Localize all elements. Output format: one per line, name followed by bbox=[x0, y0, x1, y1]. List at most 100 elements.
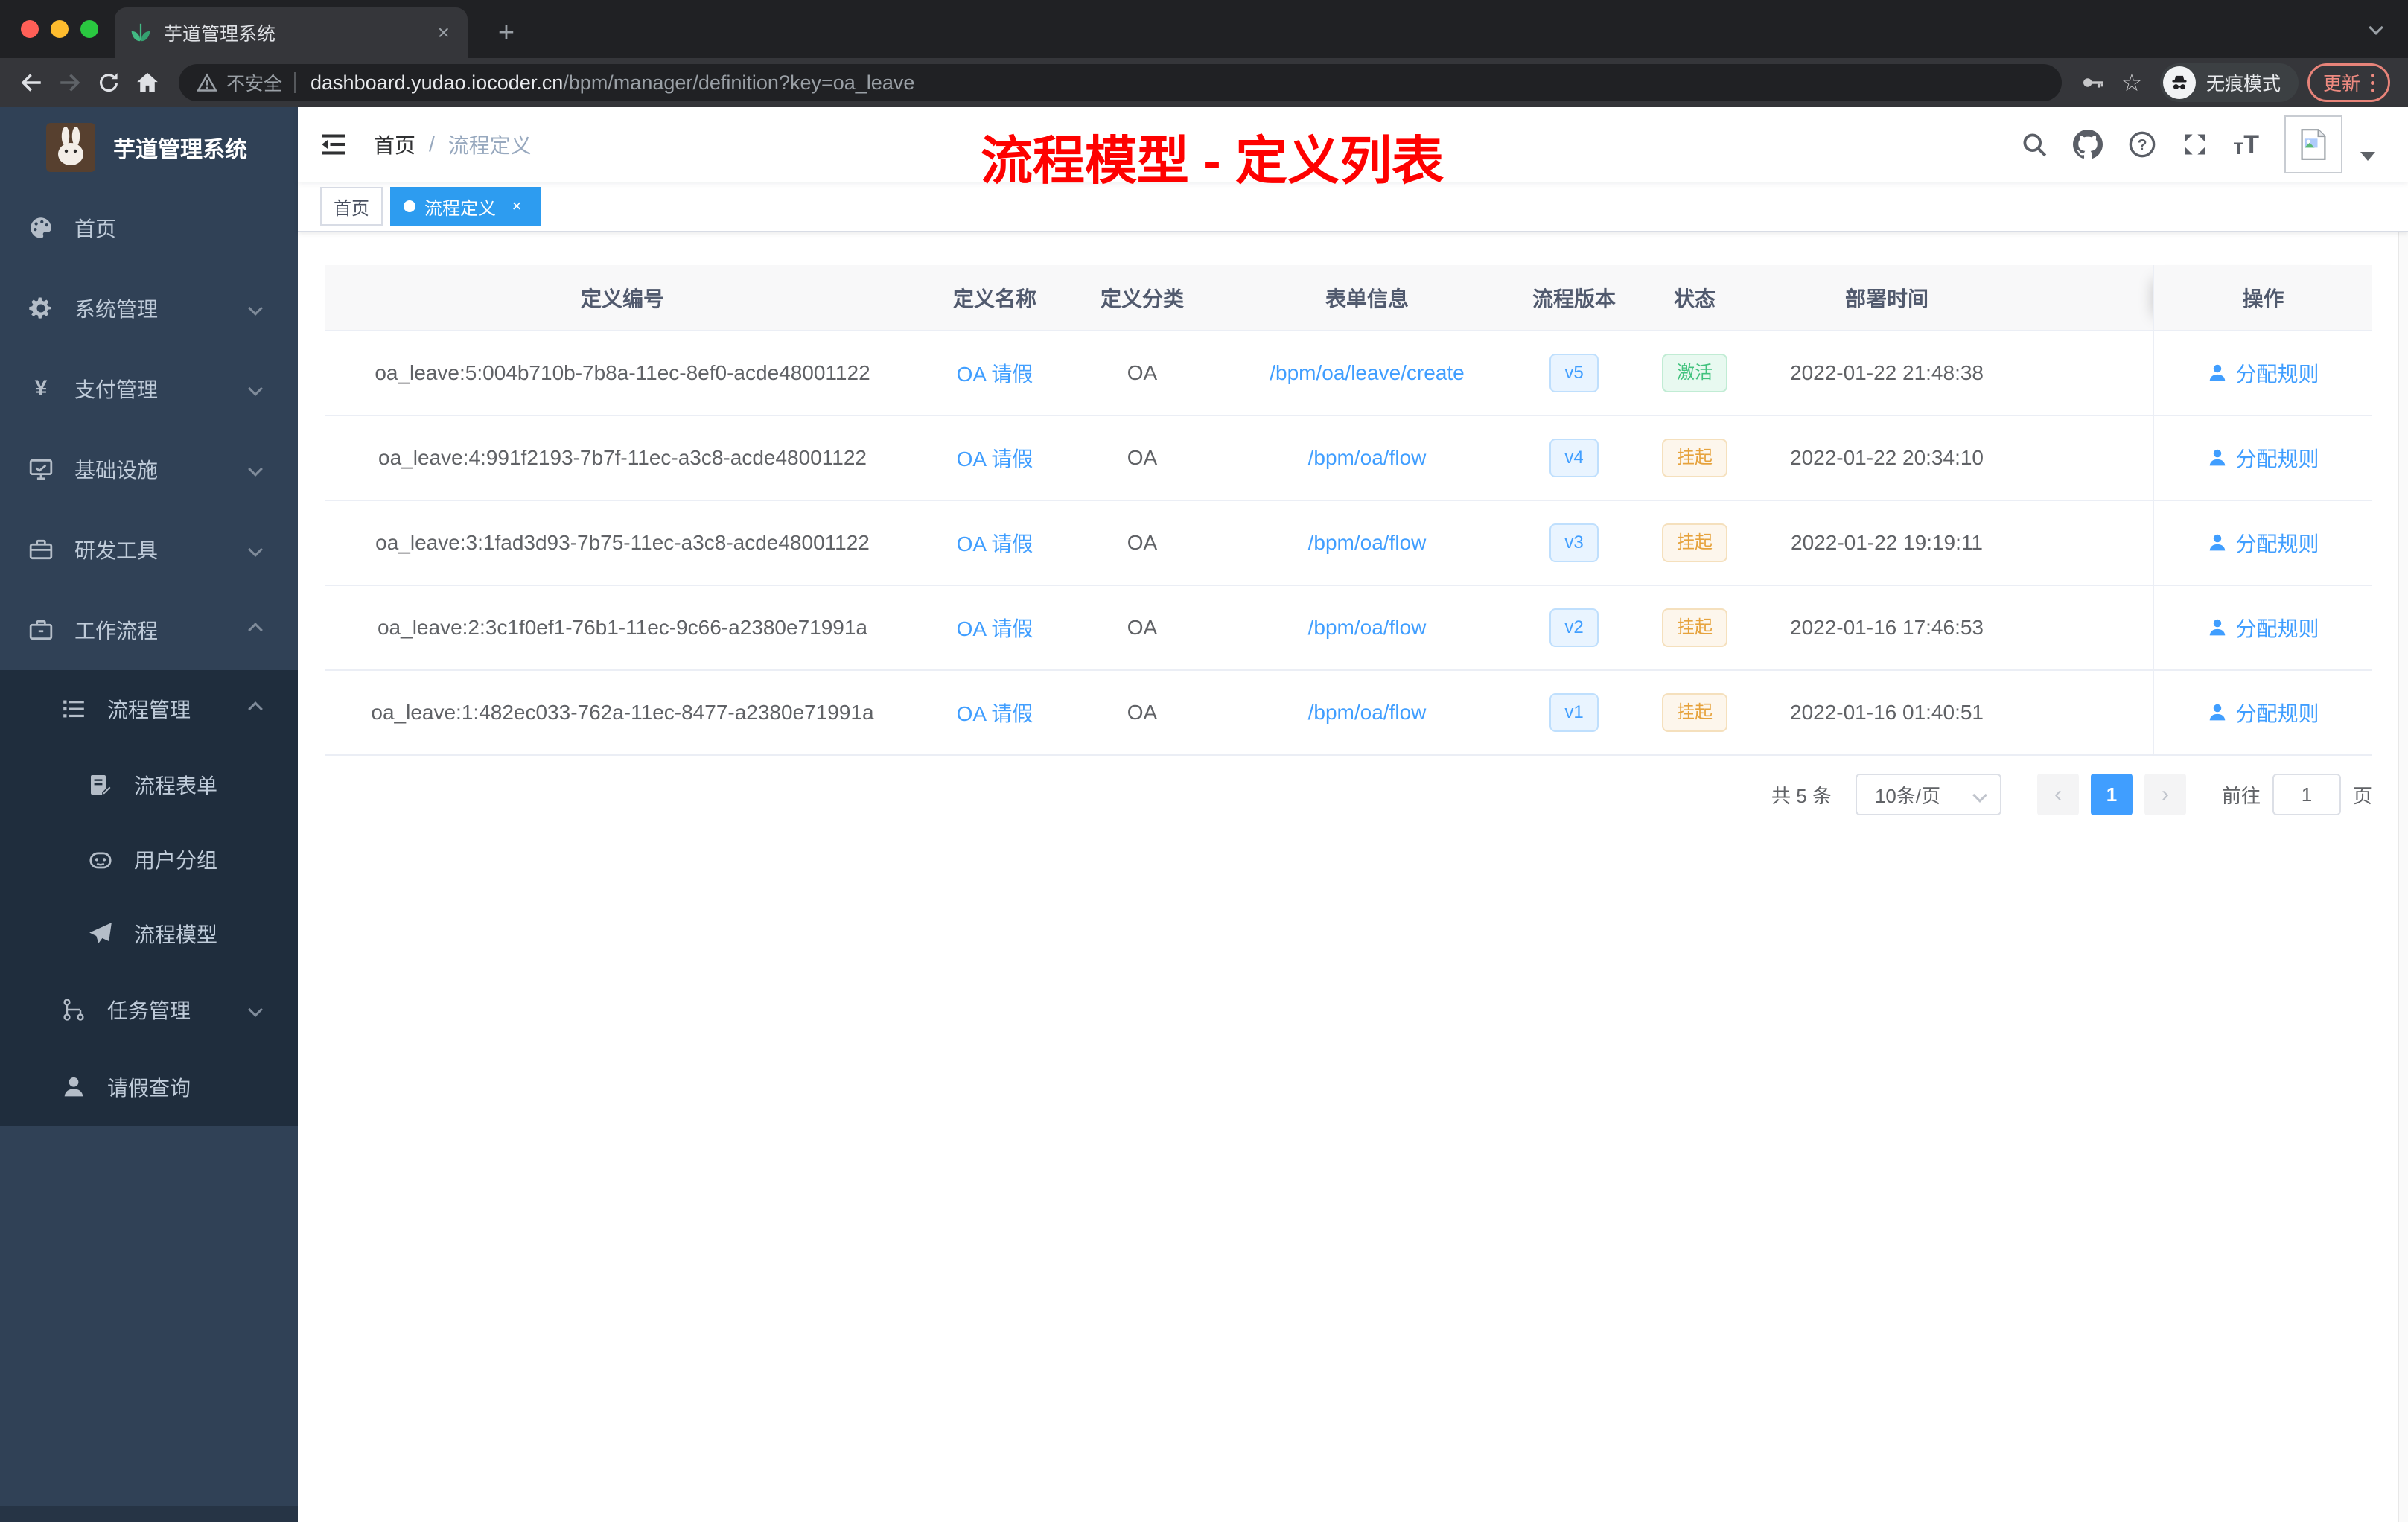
window-minimize-button[interactable] bbox=[51, 20, 69, 38]
menu-kebab-icon[interactable] bbox=[2371, 73, 2374, 92]
page-content: 定义编号 定义名称 定义分类 表单信息 流程版本 状态 部署时间 操作 oa_l… bbox=[298, 232, 2408, 1522]
page-goto-input[interactable] bbox=[2272, 774, 2341, 815]
sidebar-item-label: 流程表单 bbox=[134, 774, 218, 797]
status-badge: 挂起 bbox=[1662, 439, 1727, 477]
fullscreen-icon[interactable] bbox=[2182, 131, 2208, 158]
cell-definition-id: oa_leave:5:004b710b-7b8a-11ec-8ef0-acde4… bbox=[325, 331, 920, 416]
reload-button[interactable] bbox=[89, 63, 128, 102]
sidebar-item-leave-query[interactable]: 请假查询 bbox=[0, 1048, 298, 1126]
sidebar-item-workflow[interactable]: 工作流程 bbox=[0, 590, 298, 670]
assign-rule-button[interactable]: 分配规则 bbox=[2207, 613, 2319, 643]
sidebar-item-process-model[interactable]: 流程模型 bbox=[0, 897, 298, 971]
sidebar-item-process-mgmt[interactable]: 流程管理 bbox=[0, 670, 298, 748]
next-page-button[interactable]: › bbox=[2144, 774, 2186, 815]
sidebar-collapse-bar[interactable] bbox=[0, 1506, 298, 1522]
annotation-title: 流程模型 - 定义列表 bbox=[980, 132, 1445, 190]
sidebar-item-user-group[interactable]: 用户分组 bbox=[0, 822, 298, 897]
cell-category: OA bbox=[1069, 331, 1215, 416]
form-link[interactable]: /bpm/oa/flow bbox=[1308, 531, 1427, 554]
breadcrumb-separator: / bbox=[429, 133, 435, 156]
form-link[interactable]: /bpm/oa/flow bbox=[1308, 701, 1427, 724]
col-process-version: 流程版本 bbox=[1519, 265, 1629, 331]
sidebar-toggle-button[interactable] bbox=[298, 107, 369, 182]
home-button[interactable] bbox=[128, 63, 167, 102]
cell-category: OA bbox=[1069, 415, 1215, 501]
sidebar-item-label: 工作流程 bbox=[74, 620, 159, 643]
version-badge: v5 bbox=[1549, 354, 1599, 392]
app-title: 芋道管理系统 bbox=[113, 138, 247, 162]
browser-toolbar: 不安全 dashboard.yudao.iocoder.cn/bpm/manag… bbox=[0, 58, 2408, 107]
traffic-lights bbox=[0, 20, 98, 38]
sidebar-logo[interactable]: 芋道管理系统 bbox=[0, 107, 298, 188]
definition-name-link[interactable]: OA 请假 bbox=[957, 617, 1033, 640]
user-icon bbox=[2210, 449, 2226, 465]
form-link[interactable]: /bpm/oa/flow bbox=[1308, 616, 1427, 639]
assign-rule-button[interactable]: 分配规则 bbox=[2207, 358, 2319, 388]
url-text[interactable]: dashboard.yudao.iocoder.cn/bpm/manager/d… bbox=[310, 71, 914, 95]
avatar-dropdown-caret-icon[interactable] bbox=[2360, 152, 2375, 161]
definition-name-link[interactable]: OA 请假 bbox=[957, 702, 1033, 725]
broken-image-icon bbox=[2301, 129, 2326, 160]
cell-definition-id: oa_leave:4:991f2193-7b7f-11ec-a3c8-acde4… bbox=[325, 415, 920, 501]
definition-name-link[interactable]: OA 请假 bbox=[957, 363, 1033, 386]
security-label[interactable]: 不安全 bbox=[226, 69, 282, 96]
avatar[interactable] bbox=[2284, 115, 2342, 173]
chevron-down-icon bbox=[248, 542, 263, 557]
help-icon[interactable]: ? bbox=[2128, 130, 2156, 159]
tag-process-definition[interactable]: 流程定义 × bbox=[390, 187, 541, 226]
browser-window: 芋道管理系统 × + 不安全 dashboard.yudao.iocoder.c… bbox=[0, 0, 2408, 1522]
sidebar-item-payment[interactable]: ¥ 支付管理 bbox=[0, 348, 298, 429]
page-number-1[interactable]: 1 bbox=[2090, 774, 2133, 815]
sidebar-item-devtools[interactable]: 研发工具 bbox=[0, 509, 298, 590]
prev-page-button[interactable]: ‹ bbox=[2036, 774, 2079, 815]
definition-name-link[interactable]: OA 请假 bbox=[957, 532, 1033, 555]
form-link[interactable]: /bpm/oa/flow bbox=[1308, 446, 1427, 469]
tab-close-icon[interactable]: × bbox=[435, 21, 453, 45]
table-row: oa_leave:3:1fad3d93-7b75-11ec-a3c8-acde4… bbox=[325, 500, 2372, 586]
svg-text:?: ? bbox=[2137, 136, 2147, 154]
tab-search-chevron-icon[interactable] bbox=[2369, 20, 2383, 35]
sidebar-item-system[interactable]: 系统管理 bbox=[0, 268, 298, 348]
page-size-select[interactable]: 10条/页 bbox=[1855, 774, 2001, 815]
incognito-label: 无痕模式 bbox=[2205, 74, 2281, 95]
dashboard-icon bbox=[28, 215, 54, 241]
scrollbar-track[interactable] bbox=[2398, 232, 2408, 1522]
version-badge: v1 bbox=[1549, 693, 1599, 732]
forward-button[interactable] bbox=[51, 63, 89, 102]
toolbox-icon bbox=[28, 537, 54, 562]
form-link[interactable]: /bpm/oa/leave/create bbox=[1270, 361, 1465, 384]
text-size-icon[interactable]: TT bbox=[2234, 132, 2259, 157]
assign-rule-button[interactable]: 分配规则 bbox=[2207, 698, 2319, 727]
new-tab-button[interactable]: + bbox=[485, 7, 527, 58]
tree-icon bbox=[61, 997, 86, 1022]
tag-label: 流程定义 bbox=[424, 198, 496, 219]
tag-home[interactable]: 首页 bbox=[320, 187, 383, 226]
bookmark-star-icon[interactable]: ☆ bbox=[2112, 63, 2151, 102]
cell-filler bbox=[2013, 585, 2153, 671]
definition-name-link[interactable]: OA 请假 bbox=[957, 448, 1033, 471]
version-badge: v4 bbox=[1549, 439, 1599, 477]
sidebar-item-home[interactable]: 首页 bbox=[0, 188, 298, 268]
assign-rule-button[interactable]: 分配规则 bbox=[2207, 443, 2319, 473]
breadcrumb-current: 流程定义 bbox=[447, 134, 532, 157]
sidebar-item-label: 系统管理 bbox=[74, 298, 159, 321]
sidebar-item-process-form[interactable]: 流程表单 bbox=[0, 748, 298, 822]
browser-tab[interactable]: 芋道管理系统 × bbox=[115, 7, 468, 58]
back-button[interactable] bbox=[12, 63, 51, 102]
address-bar[interactable]: 不安全 dashboard.yudao.iocoder.cn/bpm/manag… bbox=[179, 64, 2062, 101]
breadcrumb-home[interactable]: 首页 bbox=[374, 130, 415, 159]
sidebar-item-infra[interactable]: 基础设施 bbox=[0, 429, 298, 509]
key-icon[interactable] bbox=[2074, 63, 2112, 102]
window-close-button[interactable] bbox=[21, 20, 39, 38]
assign-rule-button[interactable]: 分配规则 bbox=[2207, 528, 2319, 558]
github-icon[interactable] bbox=[2072, 130, 2103, 159]
chevron-down-icon bbox=[248, 301, 263, 316]
col-actions: 操作 bbox=[2153, 265, 2372, 331]
search-icon[interactable] bbox=[2021, 131, 2048, 158]
sidebar-item-task-mgmt[interactable]: 任务管理 bbox=[0, 971, 298, 1048]
window-zoom-button[interactable] bbox=[80, 20, 98, 38]
tag-close-icon[interactable]: × bbox=[506, 197, 527, 216]
sidebar-item-label: 首页 bbox=[74, 217, 117, 241]
workflow-submenu: 流程管理 流程表单 用户分组 流程模型 任务管理 请假查询 bbox=[0, 670, 298, 1126]
update-button[interactable]: 更新 bbox=[2307, 63, 2390, 102]
